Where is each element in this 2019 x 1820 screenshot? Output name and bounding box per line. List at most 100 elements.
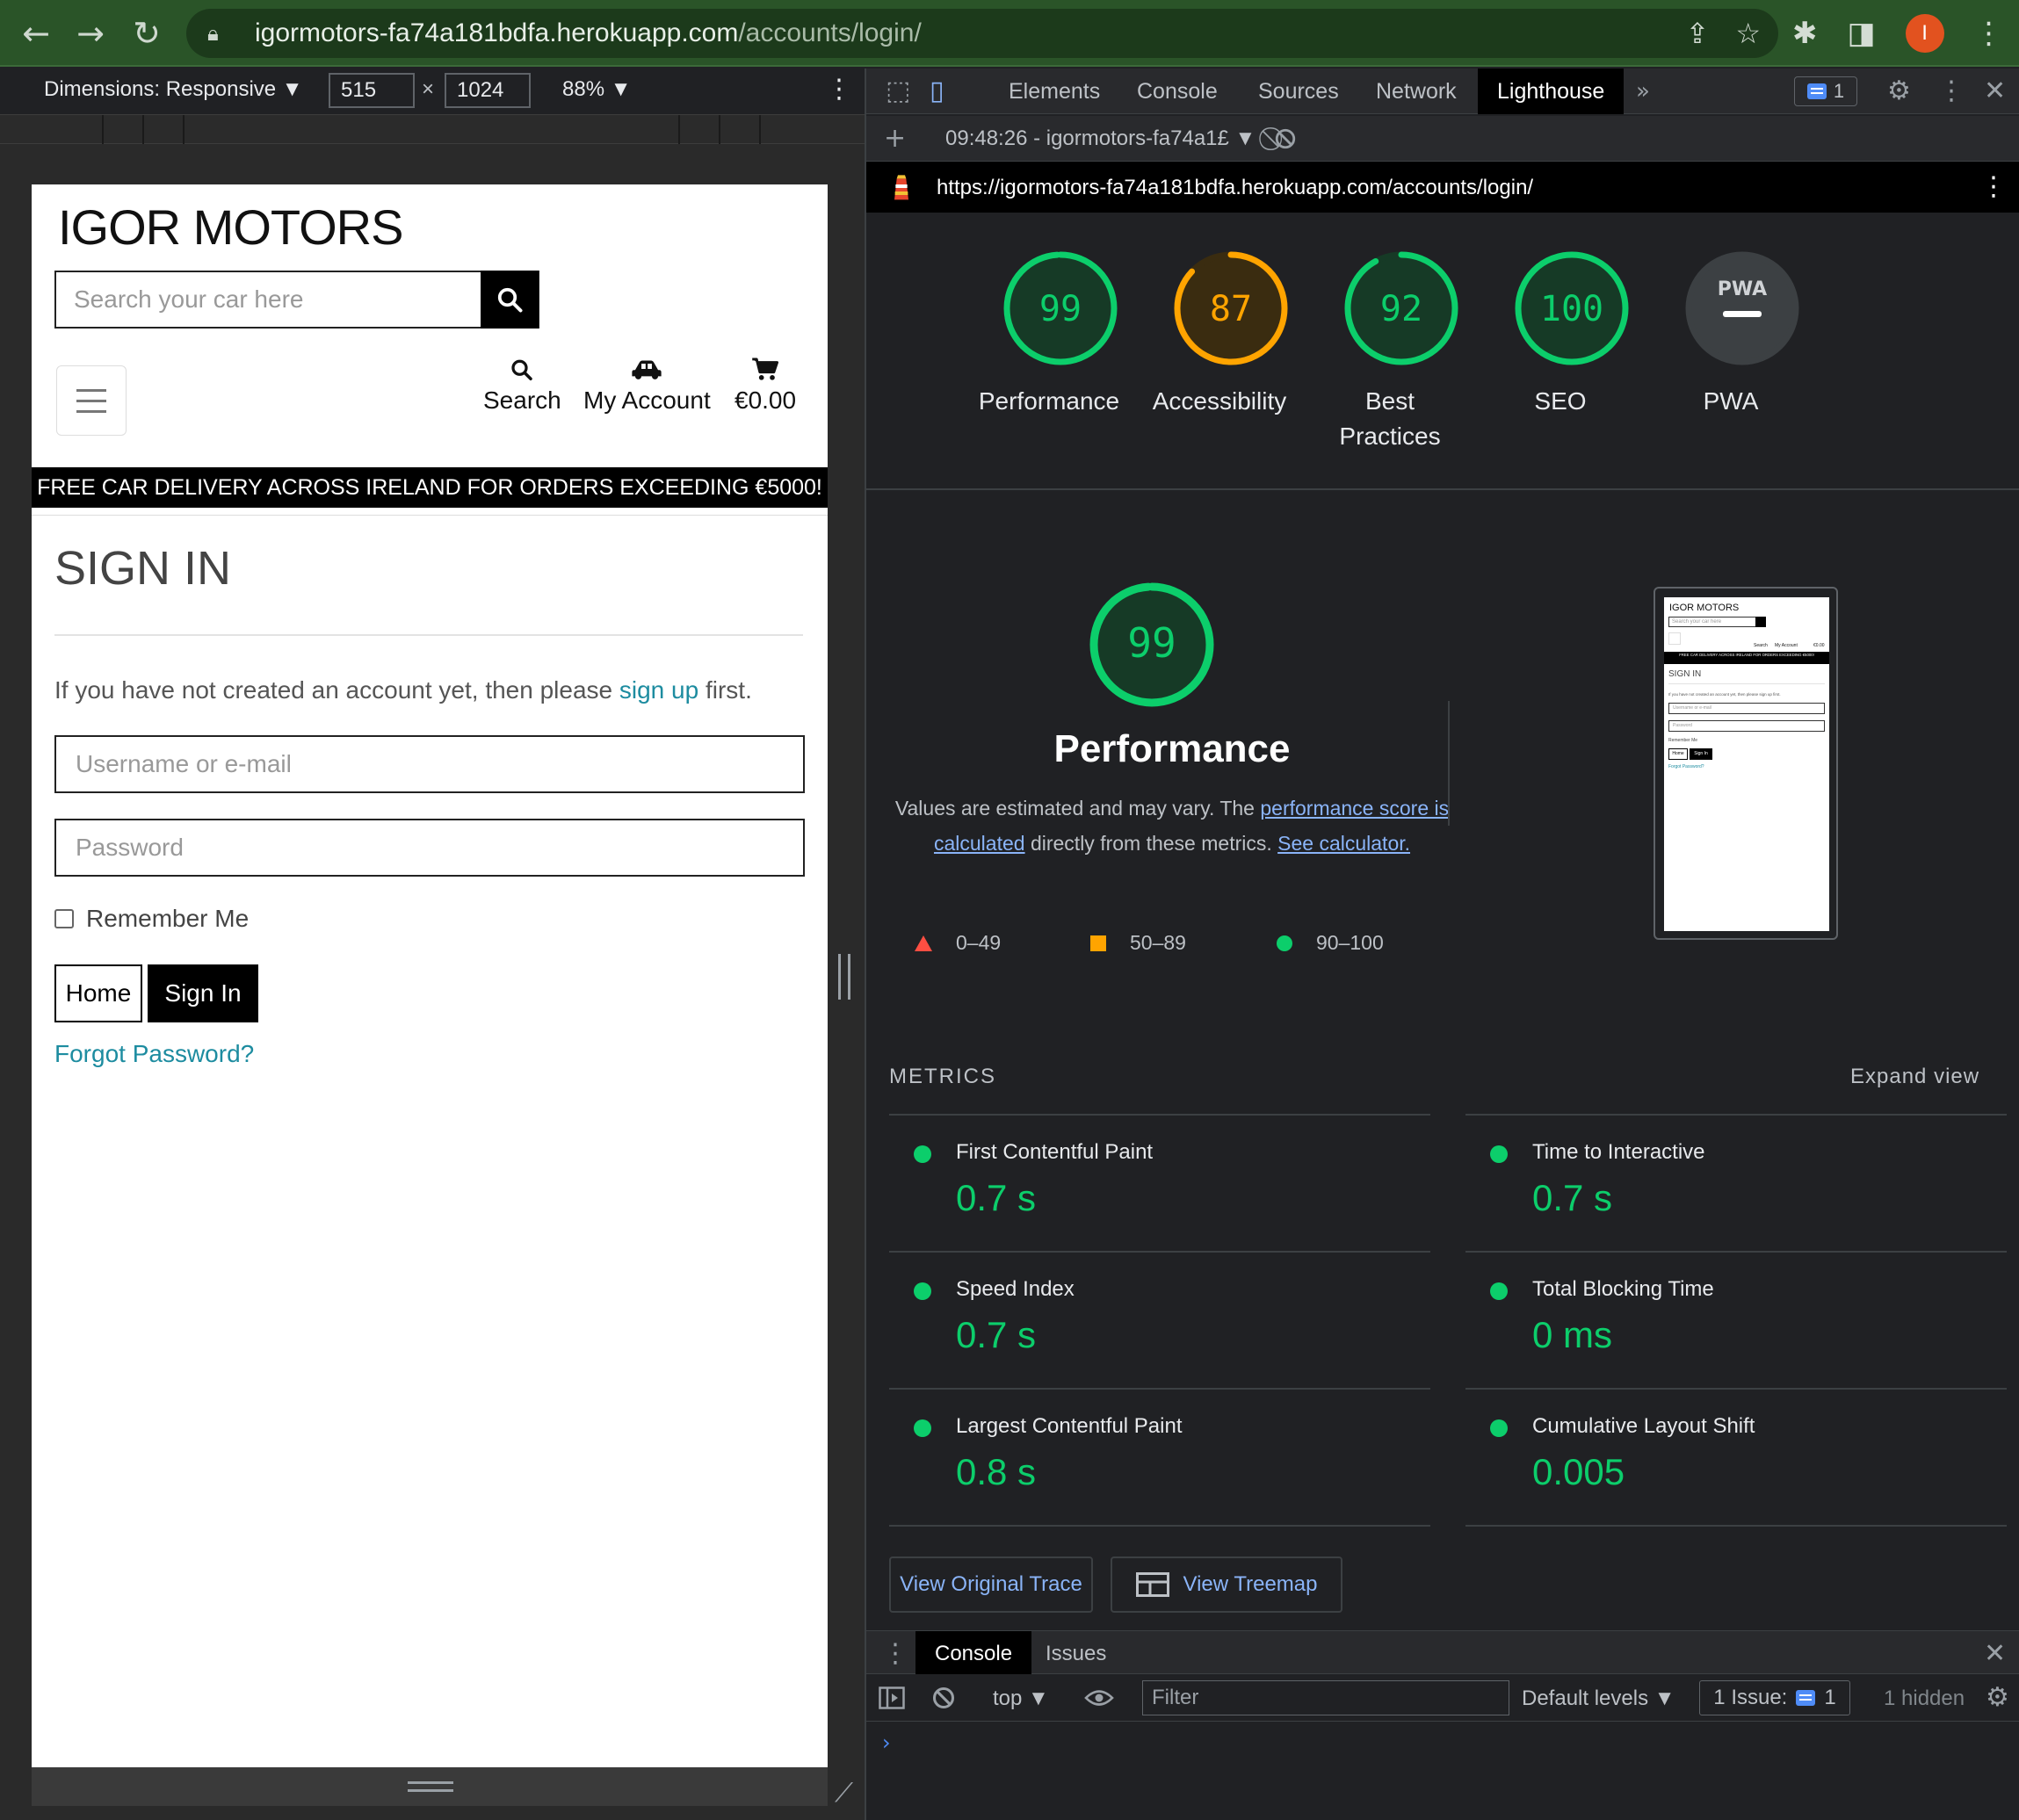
drawer-tab-issues[interactable]: Issues [1046, 1631, 1106, 1677]
inspect-element-icon[interactable]: ⬚ [886, 69, 910, 114]
tab-elements[interactable]: Elements [1009, 69, 1100, 114]
profile-avatar[interactable]: I [1905, 14, 1944, 53]
view-original-trace-button[interactable]: View Original Trace [889, 1556, 1093, 1613]
log-levels-select[interactable]: Default levels ▼ [1522, 1686, 1675, 1711]
password-field[interactable] [56, 820, 803, 875]
sidebar-toggle-icon[interactable] [879, 1686, 905, 1709]
username-field[interactable] [56, 737, 803, 791]
issues-badge[interactable]: 1 [1794, 76, 1857, 106]
extensions-icon[interactable]: ✱ [1792, 16, 1818, 51]
back-icon[interactable]: ← [7, 0, 65, 67]
nav-toggler-button[interactable] [56, 365, 127, 436]
site-search-button[interactable] [481, 271, 539, 329]
zoom-select[interactable]: 88% ▼ [562, 77, 631, 102]
media-query-ruler[interactable] [0, 114, 865, 145]
gauge-divider [866, 488, 2019, 490]
dimensions-select[interactable]: Dimensions: Responsive ▼ [44, 77, 303, 102]
emulated-page: IGOR MOTORS Search My Account €0.00 FREE… [32, 184, 828, 1767]
context-select[interactable]: top ▼ [993, 1686, 1049, 1711]
more-tabs-icon[interactable]: » [1636, 69, 1650, 114]
view-treemap-button[interactable]: View Treemap [1111, 1556, 1342, 1613]
viewport-resize-handle[interactable] [838, 954, 850, 1000]
close-drawer-icon[interactable]: ✕ [1984, 1631, 2006, 1677]
pwa-badge-icon: PWA [1718, 278, 1767, 300]
close-devtools-icon[interactable]: ✕ [1984, 69, 2006, 114]
home-button[interactable]: Home [54, 964, 142, 1022]
metric-value: 0.7 s [956, 1177, 1037, 1218]
forgot-password-link[interactable]: Forgot Password? [54, 1040, 254, 1068]
remember-me-checkbox[interactable] [54, 909, 74, 928]
height-input[interactable]: 1024 [445, 73, 531, 108]
gauge-performance[interactable]: 99 Performance [979, 251, 1128, 419]
side-panel-icon[interactable]: ◨ [1848, 16, 1876, 51]
devtools-menu-icon[interactable]: ⋮ [1938, 69, 1965, 114]
gauge-label: Best Practices [1339, 387, 1441, 450]
tab-sources[interactable]: Sources [1258, 69, 1339, 114]
viewport-corner-resize-icon[interactable]: ⟋ [835, 1778, 853, 1809]
settings-gear-icon[interactable]: ⚙ [1887, 69, 1911, 114]
gauge-pwa[interactable]: PWA PWA [1675, 251, 1810, 419]
see-calculator-link[interactable]: See calculator. [1277, 832, 1410, 855]
thumb-brand: IGOR MOTORS [1669, 603, 1740, 613]
gauge-value: 99 [1039, 289, 1082, 329]
browser-menu-icon[interactable]: ⋮ [1974, 16, 2004, 51]
bookmark-star-icon[interactable]: ☆ [1735, 17, 1761, 50]
expand-view-toggle[interactable]: Expand view [1850, 1065, 1979, 1089]
gauge-ring: 87 [1174, 251, 1288, 365]
nav-search-link[interactable]: Search [483, 351, 561, 415]
orange-square-icon [1090, 935, 1106, 951]
device-toggle-icon[interactable]: ▯ [930, 69, 944, 114]
block-icon[interactable] [1274, 127, 1297, 150]
sign-in-button[interactable]: Sign In [148, 964, 258, 1022]
password-field-wrap [54, 819, 805, 877]
tab-network[interactable]: Network [1376, 69, 1457, 114]
console-prompt[interactable]: › [882, 1730, 891, 1755]
report-url[interactable]: https://igormotors-fa74a181bdfa.herokuap… [937, 176, 1533, 200]
device-more-icon[interactable]: ⋮ [826, 74, 852, 105]
drawer-tab-console[interactable]: Console [915, 1631, 1032, 1677]
metric-value: 0.7 s [1532, 1177, 1613, 1218]
site-logo[interactable]: IGOR MOTORS [58, 199, 403, 256]
nav-bag-link[interactable]: €0.00 [735, 351, 796, 415]
viewport-bottom-resize[interactable] [32, 1767, 828, 1806]
report-select[interactable]: 09:48:26 - igormotors-fa74a1£ ▼ [945, 126, 1256, 151]
remember-me-label[interactable]: Remember Me [86, 905, 249, 933]
legend-average: 50–89 [1089, 931, 1186, 955]
issues-counter[interactable]: 1 Issue: 1 [1699, 1680, 1850, 1715]
new-report-icon[interactable]: + [884, 116, 906, 162]
thumb-search-btn [1755, 617, 1766, 627]
red-triangle-icon [915, 935, 932, 951]
width-input[interactable]: 515 [329, 73, 415, 108]
gauge-label: Performance [978, 387, 1120, 415]
console-filter-input[interactable]: Filter [1142, 1680, 1509, 1715]
eye-icon[interactable] [1084, 1688, 1114, 1708]
gauge-seo[interactable]: 100 SEO [1504, 251, 1639, 419]
username-field-wrap [54, 735, 805, 793]
nav-search-label: Search [483, 386, 561, 414]
nav-account-link[interactable]: My Account [583, 351, 711, 415]
car-icon [632, 360, 662, 379]
metric-name: Largest Contentful Paint [956, 1414, 1183, 1438]
site-search-input[interactable] [56, 272, 538, 327]
console-settings-icon[interactable]: ⚙ [1986, 1675, 2009, 1721]
signup-link[interactable]: sign up [619, 676, 698, 704]
times-sign: × [422, 77, 435, 101]
share-icon[interactable]: ⇪ [1686, 17, 1710, 50]
metric-total-blocking-time: Total Blocking Time 0 ms [1465, 1251, 2007, 1388]
clear-console-icon[interactable] [931, 1686, 956, 1710]
lock-icon: 🔒︎ [207, 21, 219, 46]
gauge-accessibility[interactable]: 87 Accessibility [1153, 251, 1299, 419]
tab-console[interactable]: Console [1137, 69, 1218, 114]
report-menu-icon[interactable]: ⋮ [1980, 164, 2007, 210]
final-screenshot-thumbnail[interactable]: IGOR MOTORS Search your car here Search … [1654, 587, 1838, 940]
forward-icon[interactable]: → [62, 0, 119, 67]
gauge-best-practices[interactable]: 92 Best Practices [1334, 251, 1469, 454]
metric-first-contentful-paint: First Contentful Paint 0.7 s [889, 1114, 1430, 1251]
tab-lighthouse[interactable]: Lighthouse [1478, 69, 1625, 114]
thumb-password: Password [1668, 720, 1825, 732]
drawer-menu-icon[interactable]: ⋮ [882, 1631, 908, 1677]
nav-bag-total: €0.00 [735, 386, 797, 414]
pass-dot-icon [914, 1419, 931, 1437]
reload-icon[interactable]: ↻ [118, 0, 176, 67]
address-bar[interactable]: 🔒︎ igormotors-fa74a181bdfa.herokuapp.com… [186, 9, 1778, 58]
